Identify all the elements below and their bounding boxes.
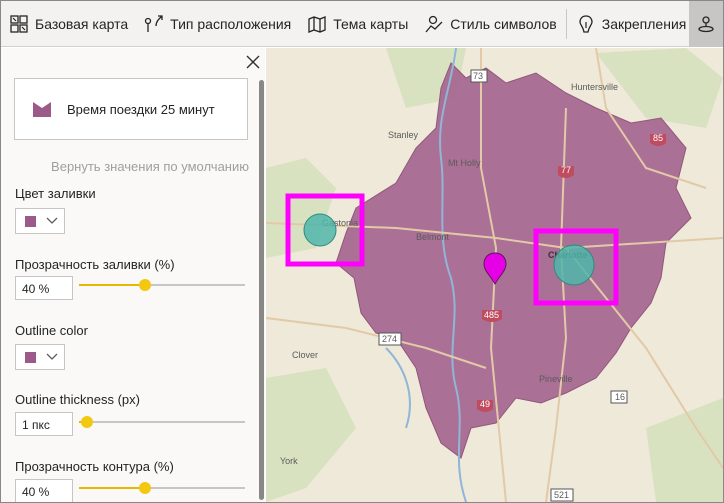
toolbar-symbol-style-button[interactable]: Стиль символов (416, 1, 564, 47)
outline-color-label: Outline color (15, 323, 88, 338)
fill-transparency-label: Прозрачность заливки (%) (15, 257, 175, 272)
outline-transparency-input[interactable]: 40 % (15, 479, 73, 502)
outline-thickness-input[interactable]: 1 пкс (15, 412, 73, 436)
preset-label: Время поездки 25 минут (67, 101, 215, 117)
location-marker[interactable] (303, 213, 337, 247)
highway-shield: 77 (561, 165, 571, 175)
slider-thumb[interactable] (139, 279, 152, 291)
toolbar-location-type-label: Тип расположения (170, 15, 292, 32)
place-label: York (280, 456, 298, 466)
panel-scrollbar[interactable] (259, 80, 264, 500)
place-label: Stanley (388, 130, 419, 140)
slider-thumb[interactable] (81, 416, 94, 428)
travel-time-preset-card[interactable]: Время поездки 25 минут (14, 78, 248, 140)
reset-defaults-link[interactable]: Вернуть значения по умолчанию (14, 159, 249, 174)
place-label: Clover (292, 350, 318, 360)
fill-color-label: Цвет заливки (15, 186, 96, 201)
highway-shield: 16 (615, 392, 625, 402)
toolbar-basemap-button[interactable]: Базовая карта (1, 1, 136, 47)
chevron-down-icon (46, 353, 58, 360)
highway-shield: 85 (653, 133, 663, 143)
outline-color-picker[interactable] (15, 344, 65, 370)
location-type-icon (144, 14, 163, 32)
place-label: Mt Holly (448, 158, 481, 168)
location-marker[interactable] (553, 244, 595, 286)
chevron-down-icon (46, 217, 58, 224)
place-label: Belmont (416, 232, 450, 242)
place-label: Huntersville (571, 82, 618, 92)
travel-time-panel: Время поездки 25 минут Вернуть значения … (1, 48, 265, 502)
toolbar-separator (565, 8, 567, 39)
highway-shield: 73 (473, 71, 483, 81)
toolbar-symbol-style-label: Стиль символов (450, 15, 557, 32)
fill-color-picker[interactable] (15, 208, 65, 234)
toolbar-location-type-button[interactable]: Тип расположения (136, 1, 299, 47)
toolbar-map-theme-button[interactable]: Тема карты (299, 1, 416, 47)
map-theme-icon (308, 15, 326, 33)
map-toolbar: Базовая карта Тип расположения Тема карт… (1, 1, 723, 47)
place-label: Pineville (539, 374, 573, 384)
outline-color-swatch (25, 351, 36, 363)
toolbar-basemap-label: Базовая карта (35, 15, 129, 32)
toolbar-pins-label: Закрепления (601, 15, 687, 32)
highway-shield: 49 (480, 399, 490, 409)
fill-color-swatch (25, 215, 36, 227)
slider-thumb[interactable] (139, 482, 152, 494)
pins-icon (579, 14, 593, 33)
fill-transparency-input[interactable]: 40 % (15, 276, 73, 300)
outline-thickness-label: Outline thickness (px) (15, 392, 140, 407)
close-icon[interactable] (245, 54, 261, 70)
outline-transparency-label: Прозрачность контура (%) (15, 459, 174, 474)
toolbar-map-theme-label: Тема карты (333, 15, 409, 32)
toolbar-pins-button[interactable]: Закрепления (568, 1, 695, 47)
outline-transparency-slider[interactable] (79, 482, 245, 494)
basemap-icon (10, 14, 28, 33)
travel-time-icon (698, 16, 714, 33)
isochrone-shape-icon (33, 102, 51, 117)
highway-shield: 485 (484, 310, 499, 320)
outline-thickness-slider[interactable] (79, 416, 245, 428)
symbol-style-icon (425, 15, 443, 32)
toolbar-travel-time-button[interactable] (689, 1, 723, 47)
highway-shield: 521 (554, 490, 569, 500)
fill-transparency-slider[interactable] (79, 279, 245, 291)
highway-shield: 274 (382, 334, 397, 344)
map-svg[interactable]: Huntersville Stanley Mt Holly Belmont Ch… (266, 48, 723, 502)
map-canvas[interactable]: Huntersville Stanley Mt Holly Belmont Ch… (266, 48, 723, 502)
